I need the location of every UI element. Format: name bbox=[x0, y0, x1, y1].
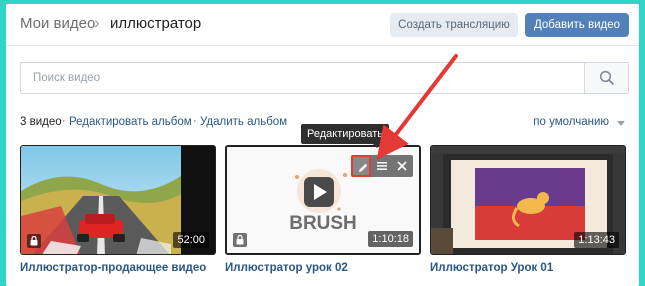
video-thumbnail[interactable]: 1:13:43 bbox=[430, 145, 626, 255]
video-duration: 1:13:43 bbox=[574, 232, 619, 248]
search-icon bbox=[599, 70, 614, 85]
breadcrumb-separator: › bbox=[94, 13, 100, 32]
video-thumbnail[interactable]: BRUSH 1:10:18 bbox=[225, 145, 421, 255]
breadcrumb-my-videos[interactable]: Мои видео bbox=[20, 15, 95, 32]
video-duration: 52:00 bbox=[173, 232, 209, 248]
video-title[interactable]: Иллюстратор Урок 01 bbox=[430, 262, 626, 274]
video-thumbnail[interactable]: 52:00 bbox=[20, 145, 216, 255]
tooltip-tail bbox=[372, 143, 382, 148]
search-bar bbox=[20, 62, 629, 94]
video-duration: 1:10:18 bbox=[368, 231, 413, 247]
video-album-page: Мои видео › иллюстратор Создать трансляц… bbox=[6, 4, 639, 286]
pencil-icon bbox=[359, 163, 368, 172]
video-title[interactable]: Иллюстратор-продающее видео bbox=[20, 262, 216, 274]
search-button[interactable] bbox=[584, 63, 628, 93]
add-video-button[interactable]: Добавить видео bbox=[525, 13, 629, 37]
private-lock-badge bbox=[27, 234, 41, 248]
add-to-playlist-button[interactable] bbox=[372, 155, 392, 177]
delete-album-link[interactable]: Удалить альбом bbox=[200, 116, 287, 128]
lock-icon bbox=[236, 235, 244, 245]
edit-video-button[interactable] bbox=[351, 155, 371, 177]
page-header: Мои видео › иллюстратор Создать трансляц… bbox=[6, 4, 639, 46]
private-lock-badge bbox=[233, 233, 247, 247]
edit-album-link[interactable]: Редактировать альбом bbox=[69, 116, 192, 128]
brush-thumbnail-text: BRUSH bbox=[289, 213, 357, 234]
create-stream-button[interactable]: Создать трансляцию bbox=[390, 13, 518, 37]
video-card[interactable]: 1:13:43 Иллюстратор Урок 01 bbox=[430, 145, 626, 274]
video-card[interactable]: BRUSH 1:10:18 Иллюстратор урок 02 bbox=[225, 145, 421, 274]
search-input[interactable] bbox=[21, 63, 581, 93]
sort-dropdown[interactable]: по умолчанию bbox=[533, 116, 609, 128]
video-count: 3 видео bbox=[20, 116, 62, 128]
breadcrumb-current-album: иллюстратор bbox=[110, 15, 202, 32]
video-title[interactable]: Иллюстратор урок 02 bbox=[225, 262, 421, 274]
delete-video-button[interactable] bbox=[392, 155, 412, 177]
toolbar-separator: · bbox=[193, 115, 197, 127]
toolbar-separator: · bbox=[62, 115, 66, 127]
lock-icon bbox=[30, 236, 38, 246]
chevron-down-icon bbox=[617, 121, 625, 126]
edit-tooltip: Редактировать bbox=[301, 124, 389, 144]
list-icon bbox=[377, 162, 387, 170]
video-card[interactable]: 52:00 Иллюстратор-продающее видео bbox=[20, 145, 216, 274]
close-icon bbox=[397, 161, 407, 171]
video-controls-overlay bbox=[351, 155, 413, 177]
